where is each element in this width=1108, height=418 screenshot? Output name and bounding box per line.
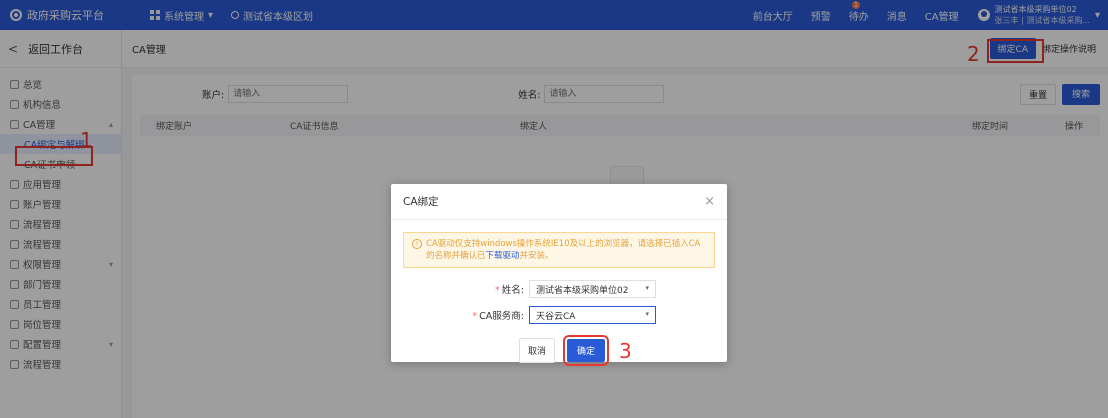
chevron-down-icon: ▾ <box>645 284 649 292</box>
close-icon[interactable]: × <box>704 194 715 209</box>
name-label: 姓名: <box>501 285 524 296</box>
ca-bind-dialog: CA绑定 × ! CA驱动仅支持windows操作系统IE10及以上的浏览器，请… <box>391 184 727 366</box>
cancel-button[interactable]: 取消 <box>519 338 556 363</box>
dialog-header: CA绑定 × <box>391 184 727 220</box>
name-select[interactable]: 测试省本级采购单位02 ▾ <box>529 280 656 298</box>
driver-warning: ! CA驱动仅支持windows操作系统IE10及以上的浏览器，请选择已插入CA… <box>403 232 715 268</box>
provider-row: * CA服务商: 天谷云CA ▾ <box>391 306 727 324</box>
dialog-title: CA绑定 <box>403 196 439 208</box>
name-row: * 姓名: 测试省本级采购单位02 ▾ <box>391 280 727 298</box>
dialog-footer: 取消 确定 3 <box>519 335 727 366</box>
warning-text: CA驱动仅支持windows操作系统IE10及以上的浏览器，请选择已插入CA的名… <box>426 239 701 261</box>
confirm-button[interactable]: 确定 <box>563 335 610 366</box>
chevron-down-icon: ▾ <box>645 310 649 318</box>
provider-select[interactable]: 天谷云CA ▾ <box>529 306 656 324</box>
warning-tail: 并安装。 <box>519 251 554 261</box>
name-select-value: 测试省本级采购单位02 <box>536 285 629 296</box>
step3-number: 3 <box>619 338 632 363</box>
download-driver-link[interactable]: 下载驱动 <box>486 251 520 261</box>
info-icon: ! <box>412 239 422 249</box>
provider-select-value: 天谷云CA <box>536 311 576 322</box>
provider-label: CA服务商: <box>479 311 524 322</box>
